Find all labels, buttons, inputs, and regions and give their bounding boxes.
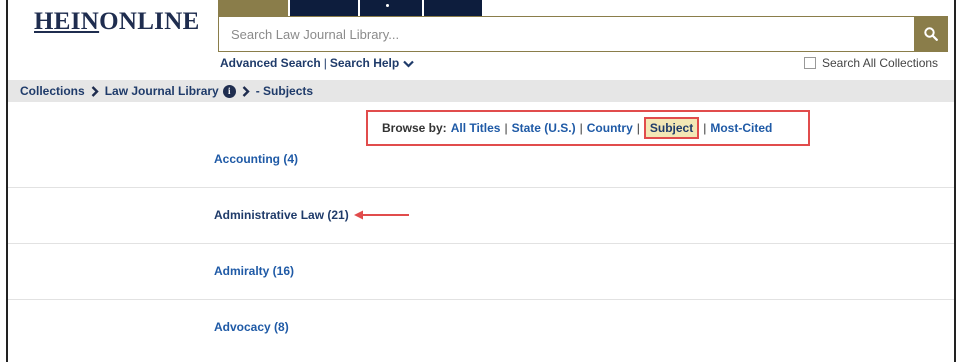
breadcrumb-current: - Subjects <box>255 84 314 98</box>
tab-2[interactable] <box>288 0 358 16</box>
heinonline-logo[interactable]: HEINONLINE <box>34 8 200 36</box>
search-button[interactable] <box>914 16 948 52</box>
chevron-right-icon <box>242 85 250 97</box>
search-icon <box>924 27 938 41</box>
search-box <box>218 16 924 52</box>
list-item: Accounting (4) <box>8 132 954 188</box>
header: HEINONLINE Advanced Search|Search Help S… <box>8 0 954 78</box>
search-all-label: Search All Collections <box>822 56 939 70</box>
breadcrumb: Collections Law Journal Library i - Subj… <box>8 80 954 102</box>
info-icon[interactable]: i <box>222 84 236 98</box>
breadcrumb-library[interactable]: Law Journal Library <box>105 84 219 98</box>
tab-1[interactable] <box>218 0 288 16</box>
search-help-link[interactable]: Search Help <box>330 56 399 70</box>
subject-link[interactable]: Advocacy (8) <box>214 320 289 334</box>
list-item: Administrative Law (21) <box>8 188 954 244</box>
collection-tabs <box>218 0 482 16</box>
red-arrow-icon <box>354 210 409 220</box>
chevron-down-icon[interactable] <box>403 60 414 68</box>
search-links: Advanced Search | Search Help <box>220 56 414 70</box>
search-all-checkbox[interactable] <box>804 57 816 69</box>
list-item: Advocacy (8) <box>8 300 954 356</box>
advanced-search-link[interactable]: Advanced Search <box>220 56 321 70</box>
subject-link[interactable]: Admiralty (16) <box>214 264 294 278</box>
breadcrumb-collections[interactable]: Collections <box>20 84 85 98</box>
search-all-collections[interactable]: Search All Collections <box>804 56 938 70</box>
search-input[interactable] <box>219 17 919 51</box>
tab-3[interactable] <box>358 0 422 16</box>
separator: | <box>323 56 327 70</box>
subject-link[interactable]: Accounting (4) <box>214 152 298 166</box>
tab-4[interactable] <box>422 0 482 16</box>
page-frame: HEINONLINE Advanced Search|Search Help S… <box>6 0 956 362</box>
subject-link[interactable]: Administrative Law (21) <box>214 208 349 222</box>
list-item: Admiralty (16) <box>8 244 954 300</box>
chevron-right-icon <box>91 85 99 97</box>
tab-dot-icon <box>386 4 389 7</box>
